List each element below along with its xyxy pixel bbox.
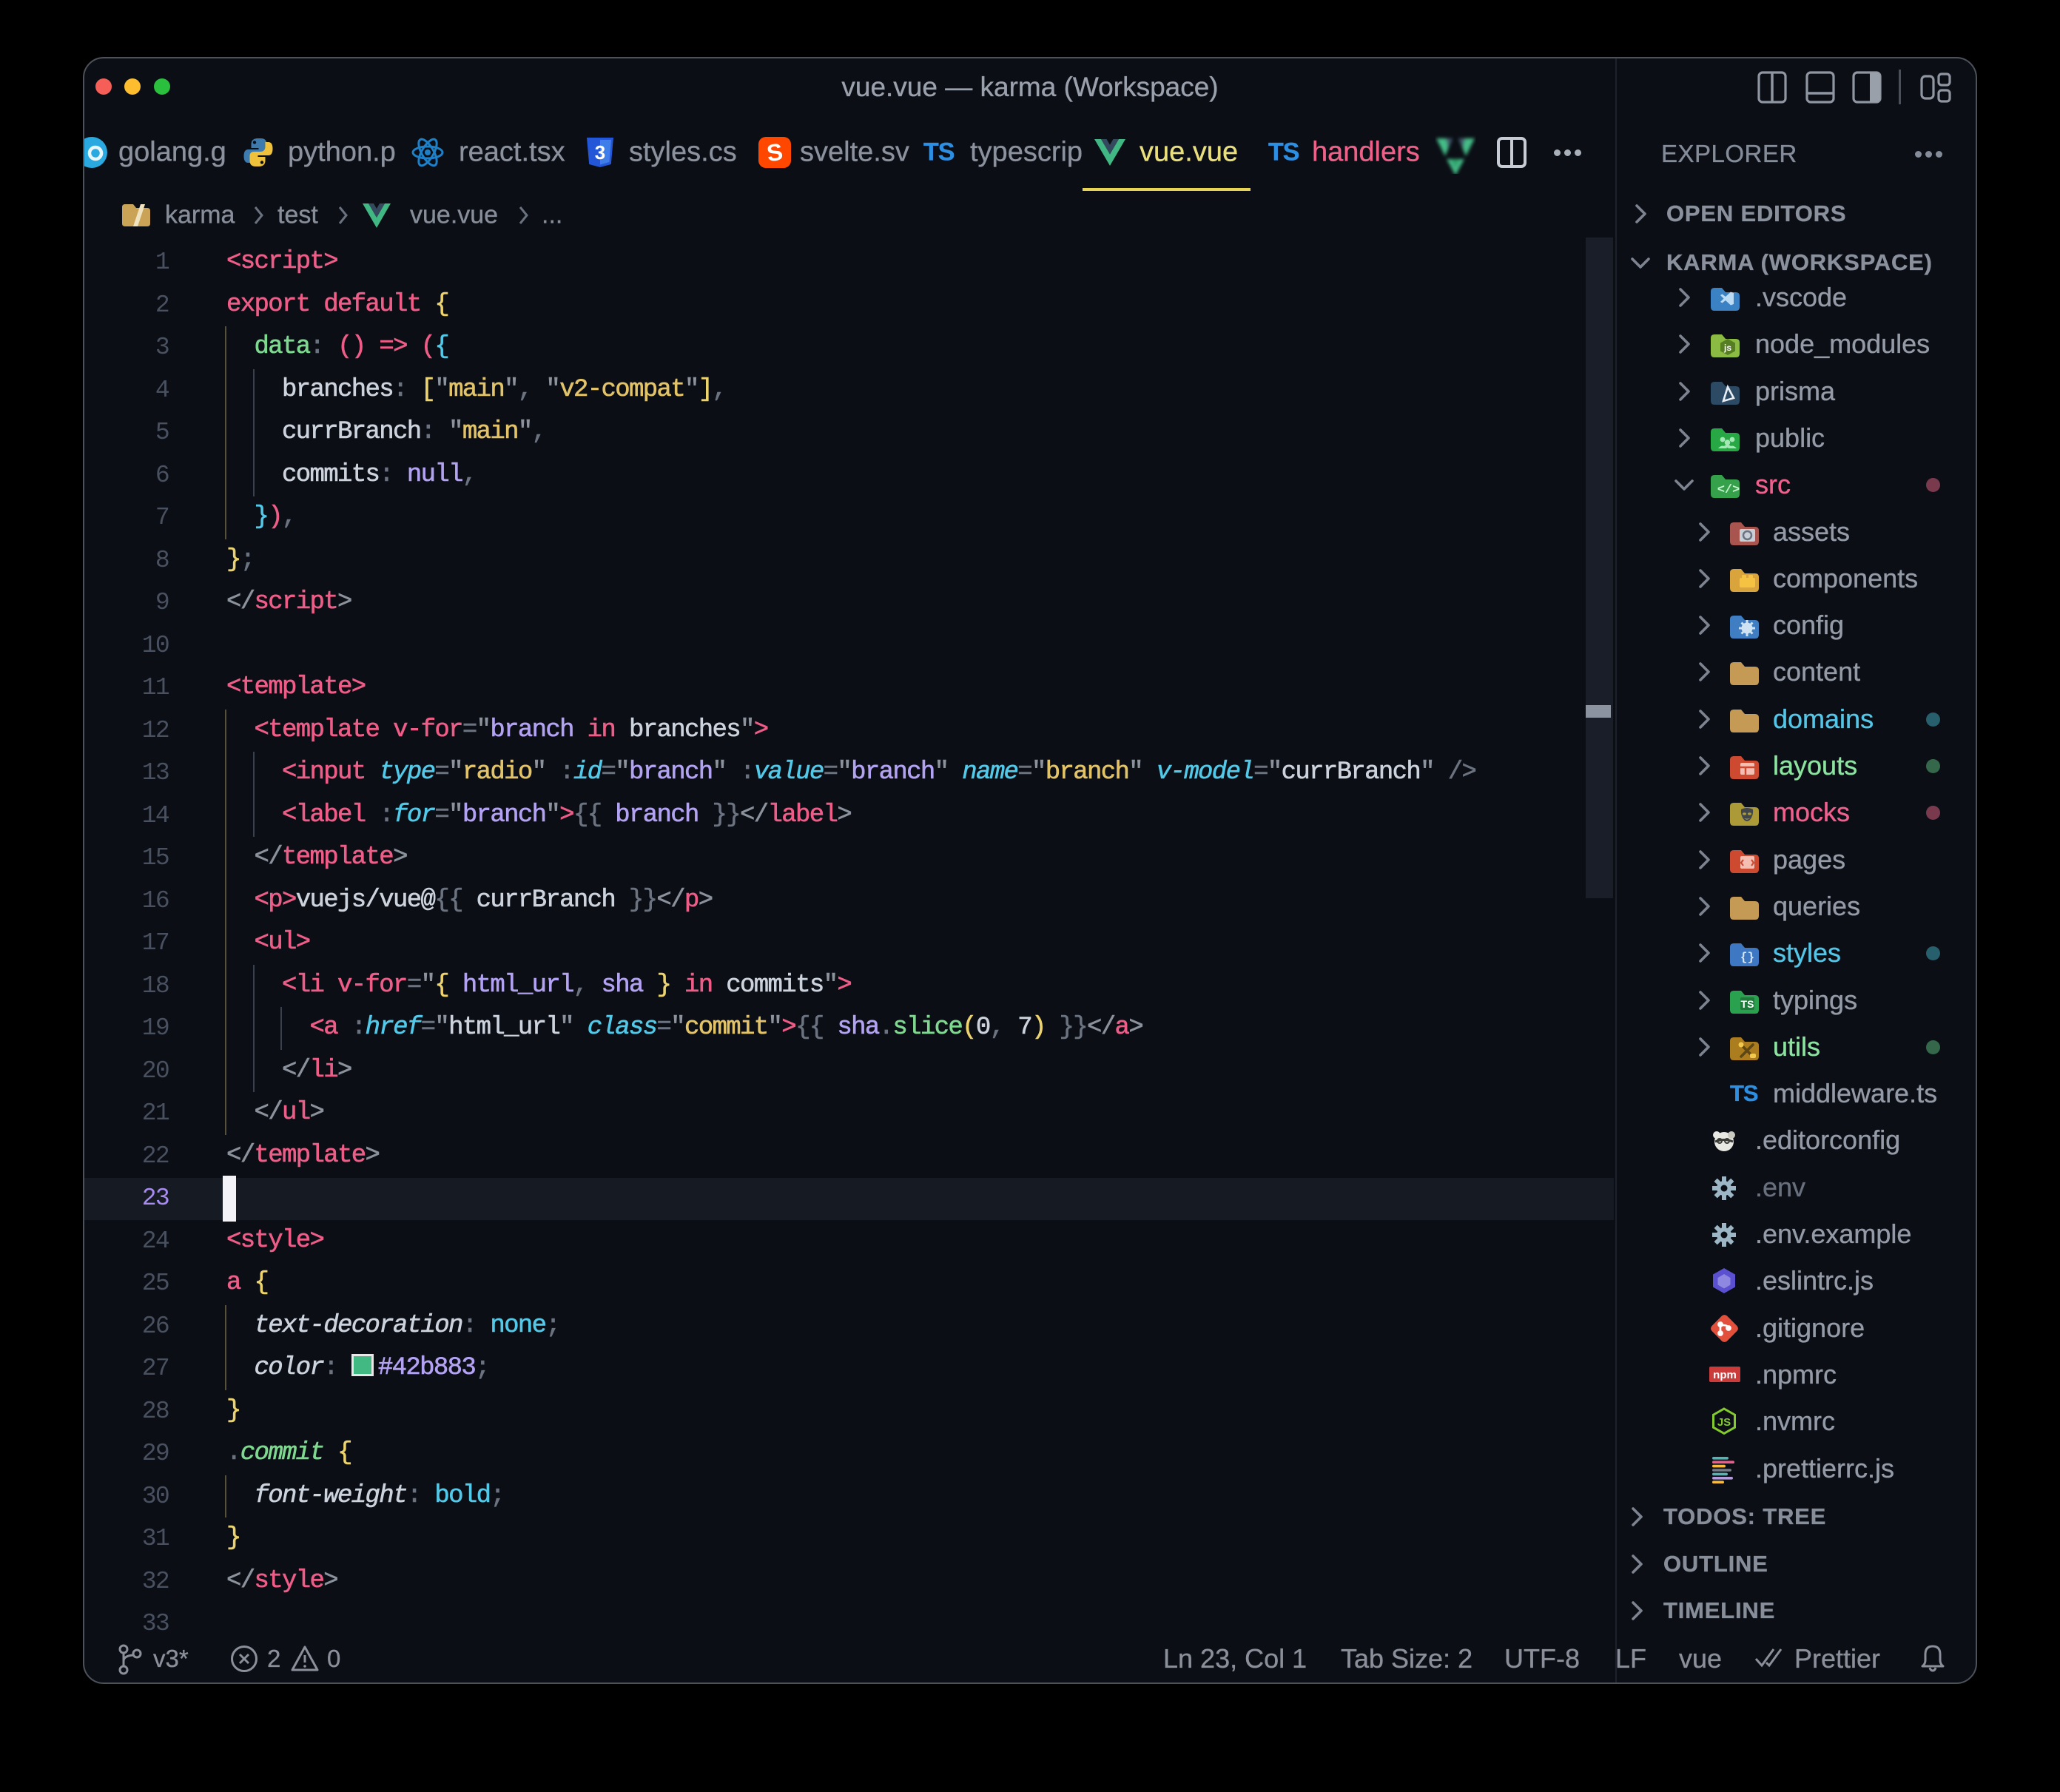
svg-text:JS: JS: [1717, 1416, 1731, 1429]
svg-text:{}: {}: [1740, 951, 1754, 964]
svg-text:npm: npm: [1713, 1369, 1737, 1381]
svg-text:</>: </>: [1717, 483, 1740, 497]
svg-text:3: 3: [595, 141, 605, 164]
svg-text:TS: TS: [1741, 998, 1754, 1010]
svg-text:js: js: [1723, 343, 1731, 353]
